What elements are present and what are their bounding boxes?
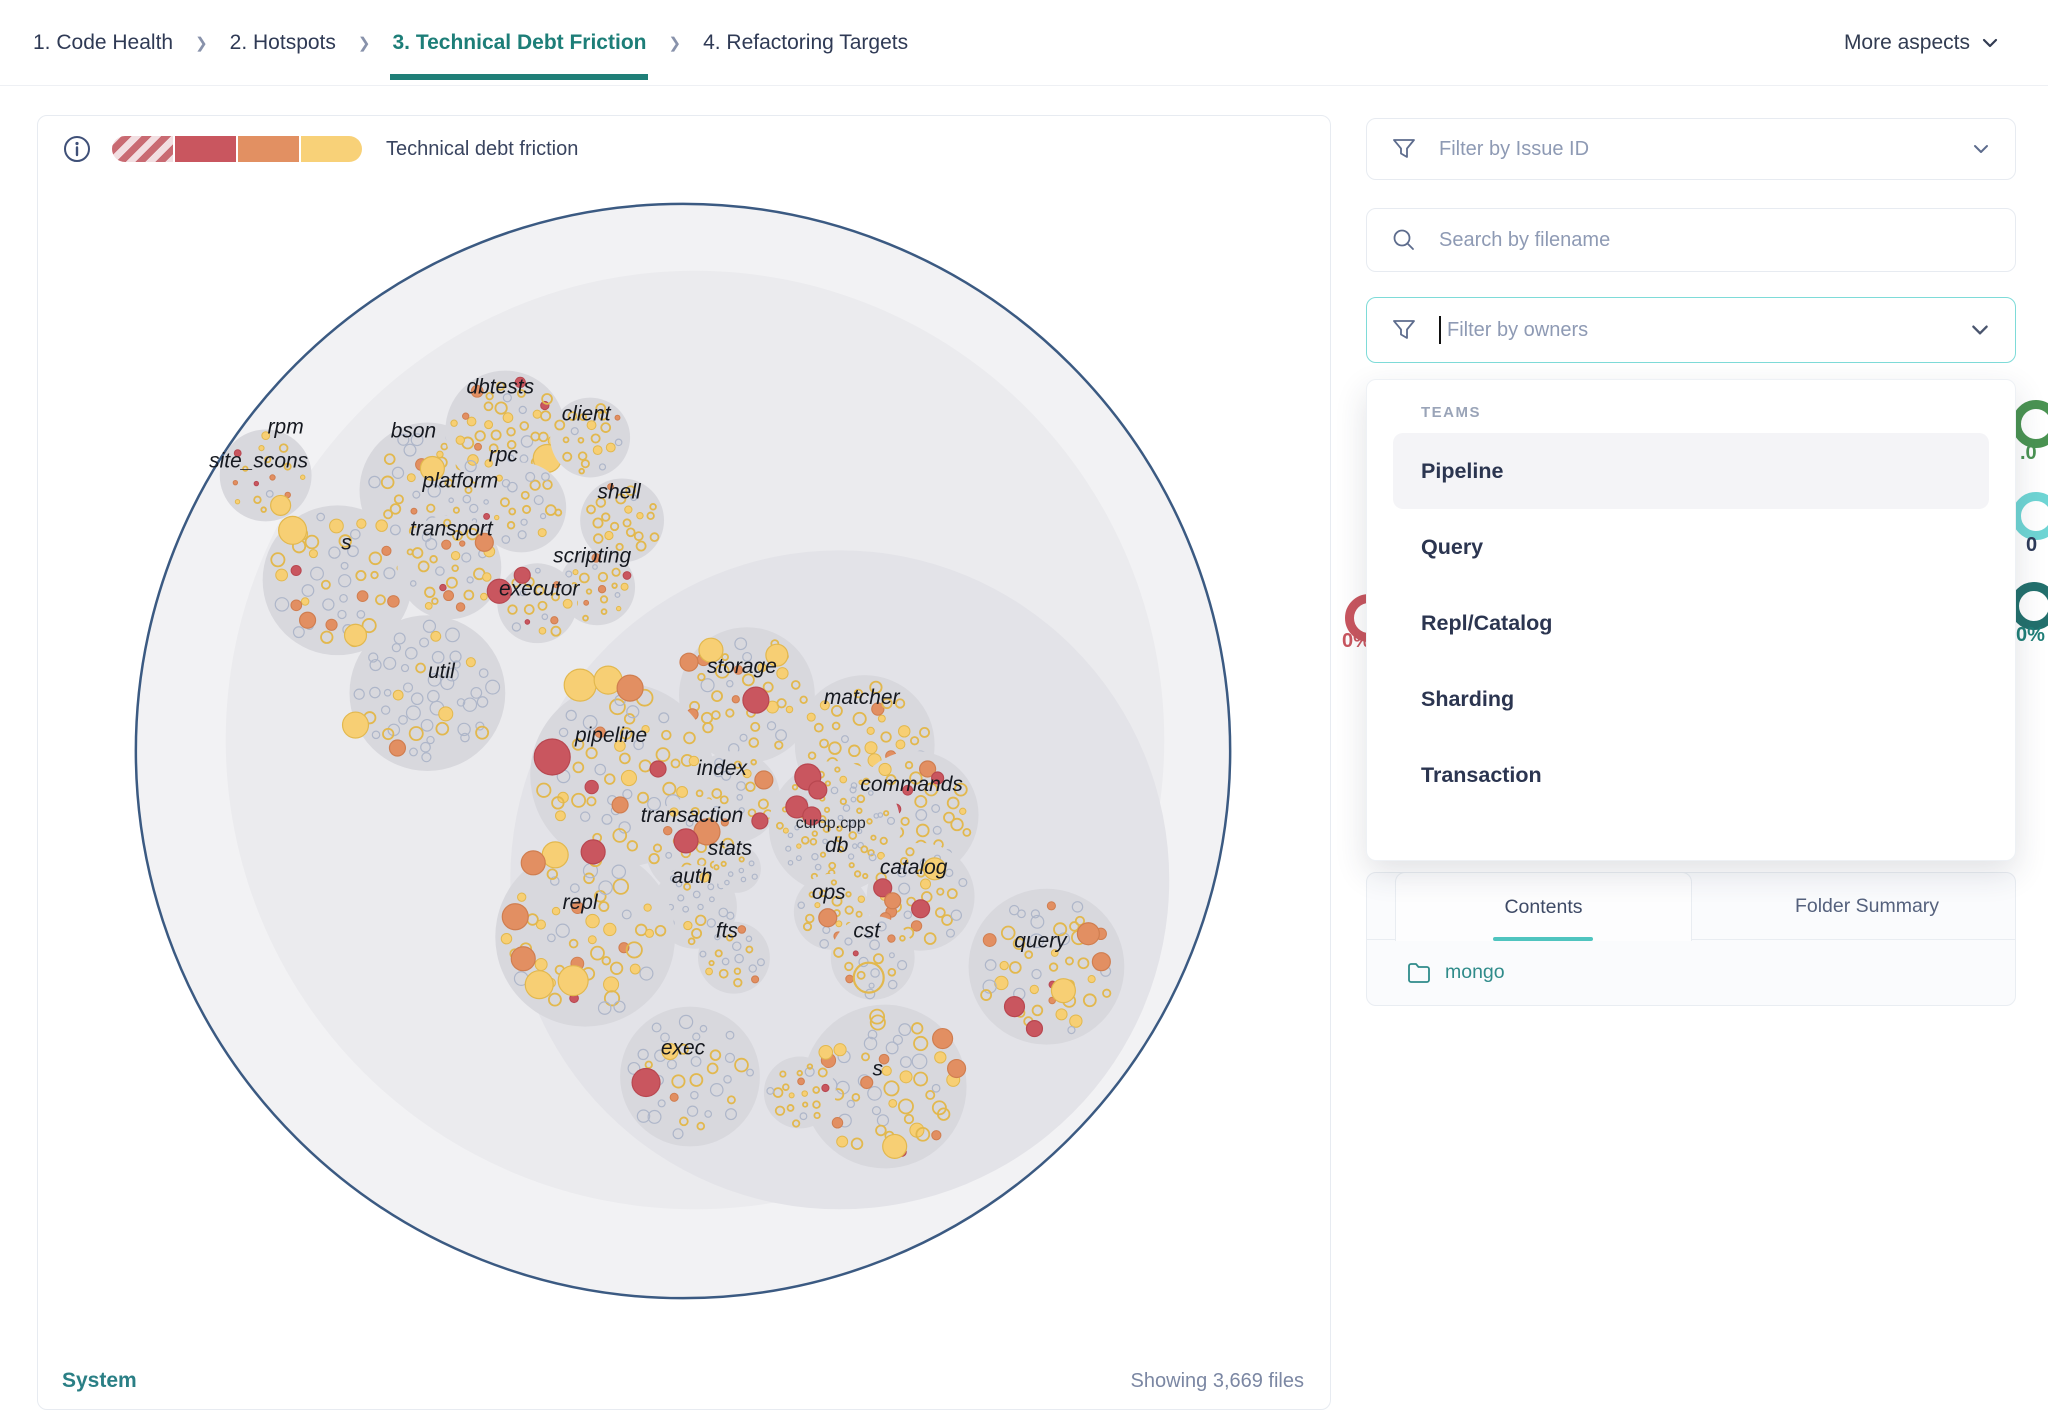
chevron-down-icon xyxy=(1971,139,1991,159)
tab-folder-summary-label: Folder Summary xyxy=(1795,895,1939,918)
score-gauge-green xyxy=(2012,400,2048,448)
chevron-right-icon: ❯ xyxy=(195,34,208,52)
tab-folder-summary[interactable]: Folder Summary xyxy=(1747,873,1987,939)
search-filename-input[interactable]: Search by filename xyxy=(1366,208,2016,272)
svg-text:matcher: matcher xyxy=(824,686,901,709)
svg-text:commands: commands xyxy=(860,773,963,796)
svg-text:ops: ops xyxy=(812,881,846,904)
owner-option-transaction[interactable]: Transaction xyxy=(1393,737,1989,813)
gauge-value-cyan: 0 xyxy=(2026,534,2037,557)
breadcrumb-hotspots[interactable]: 2. Hotspots xyxy=(230,31,336,55)
svg-text:dbtests: dbtests xyxy=(467,376,535,399)
tab-contents-label: Contents xyxy=(1504,896,1582,919)
text-cursor xyxy=(1439,316,1441,344)
svg-text:client: client xyxy=(562,403,612,426)
svg-text:platform: platform xyxy=(421,469,498,492)
chevron-right-icon: ❯ xyxy=(668,34,681,52)
svg-text:shell: shell xyxy=(598,480,642,503)
folder-item-mongo[interactable]: mongo xyxy=(1367,940,2015,1005)
chevron-right-icon: ❯ xyxy=(358,34,371,52)
active-tab-underline xyxy=(1493,937,1593,941)
svg-text:exec: exec xyxy=(661,1037,706,1060)
owner-option-repl-catalog[interactable]: Repl/Catalog xyxy=(1393,585,1989,661)
legend-title: Technical debt friction xyxy=(386,138,578,161)
filter-by-owners-input[interactable]: Filter by owners xyxy=(1366,297,2016,363)
svg-text:db: db xyxy=(825,834,849,857)
score-gauge-cyan xyxy=(2012,492,2048,540)
owners-placeholder: Filter by owners xyxy=(1447,319,1947,342)
svg-text:util: util xyxy=(428,660,456,683)
legend-yellow-segment xyxy=(299,136,362,162)
svg-text:s: s xyxy=(872,1058,883,1081)
teams-group-label: TEAMS xyxy=(1421,404,2015,421)
contents-card: Contents Folder Summary mongo xyxy=(1366,872,2016,1006)
svg-text:catalog: catalog xyxy=(880,856,948,879)
svg-text:rpm: rpm xyxy=(268,416,304,439)
svg-text:index: index xyxy=(697,757,749,780)
legend-red-segment xyxy=(173,136,236,162)
owner-option-pipeline[interactable]: Pipeline xyxy=(1393,433,1989,509)
chart-legend: Technical debt friction xyxy=(62,134,578,164)
breadcrumb-code-health[interactable]: 1. Code Health xyxy=(33,31,173,55)
search-placeholder: Search by filename xyxy=(1439,229,1991,252)
owners-dropdown: TEAMS Pipeline Query Repl/Catalog Shardi… xyxy=(1366,379,2016,861)
breadcrumb-technical-debt-friction[interactable]: 3. Technical Debt Friction xyxy=(392,31,646,55)
legend-striped-segment xyxy=(112,136,173,162)
svg-text:transaction: transaction xyxy=(641,804,744,827)
svg-text:site_scons: site_scons xyxy=(209,449,309,472)
chevron-down-icon xyxy=(1969,319,1991,341)
svg-text:fts: fts xyxy=(716,920,739,943)
friction-color-scale xyxy=(112,136,362,162)
filter-by-issue-id-select[interactable]: Filter by Issue ID xyxy=(1366,118,2016,180)
svg-text:curop.cpp: curop.cpp xyxy=(796,815,866,832)
svg-text:rpc: rpc xyxy=(489,443,519,466)
svg-text:auth: auth xyxy=(672,865,713,888)
chevron-down-icon xyxy=(1980,33,2000,53)
info-icon[interactable] xyxy=(62,134,92,164)
legend-orange-segment xyxy=(236,136,299,162)
gauge-value-teal: 0% xyxy=(2016,624,2045,647)
svg-text:bson: bson xyxy=(391,420,436,443)
owner-option-sharding[interactable]: Sharding xyxy=(1393,661,1989,737)
issue-id-placeholder: Filter by Issue ID xyxy=(1439,138,1949,161)
svg-text:stats: stats xyxy=(708,837,753,860)
svg-text:storage: storage xyxy=(707,655,777,678)
tech-debt-friction-panel: Technical debt friction rpm site_scons bso… xyxy=(37,115,1331,1410)
gauge-value-green: .0 xyxy=(2020,442,2037,465)
breadcrumb: 1. Code Health ❯ 2. Hotspots ❯ 3. Techni… xyxy=(0,0,2048,86)
svg-text:cst: cst xyxy=(853,920,881,943)
svg-text:s: s xyxy=(341,531,352,554)
breadcrumb-refactoring-targets[interactable]: 4. Refactoring Targets xyxy=(703,31,908,55)
svg-text:transport: transport xyxy=(410,517,494,540)
svg-text:query: query xyxy=(1014,930,1068,953)
system-root-link[interactable]: System xyxy=(62,1369,137,1393)
files-count-label: Showing 3,669 files xyxy=(1131,1370,1304,1393)
svg-text:executor: executor xyxy=(499,577,580,600)
more-aspects-label: More aspects xyxy=(1844,31,1970,55)
tab-contents[interactable]: Contents xyxy=(1395,872,1692,941)
tech-debt-bubble-chart[interactable]: rpm site_scons bson dbtests client rpc platfor… xyxy=(38,116,1330,1409)
more-aspects-menu[interactable]: More aspects xyxy=(1844,0,2000,86)
search-icon xyxy=(1391,227,1417,253)
filter-icon xyxy=(1391,317,1417,343)
svg-text:pipeline: pipeline xyxy=(574,724,647,747)
folder-icon xyxy=(1407,962,1431,984)
folder-name: mongo xyxy=(1445,961,1505,984)
filter-icon xyxy=(1391,136,1417,162)
owner-option-query[interactable]: Query xyxy=(1393,509,1989,585)
svg-text:repl: repl xyxy=(563,891,599,914)
svg-text:scripting: scripting xyxy=(553,544,631,567)
